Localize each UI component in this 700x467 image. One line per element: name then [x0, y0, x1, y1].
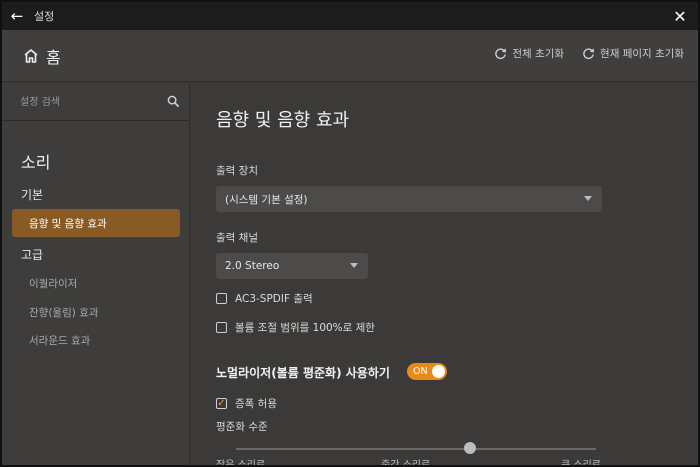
reset-page-label: 현재 페이지 초기화 [600, 48, 684, 60]
sidebar-group-basic: 기본 [21, 188, 44, 202]
level-slider-track[interactable] [236, 448, 596, 450]
check-icon: ✓ [217, 397, 226, 409]
ac3-spdif-label: AC3-SPDIF 출력 [235, 293, 313, 305]
amplify-option[interactable]: ✓ 증폭 허용 [216, 396, 277, 411]
refresh-icon [583, 48, 595, 60]
sidebar-group-advanced: 고급 [21, 248, 44, 262]
close-button[interactable]: ✕ [670, 6, 690, 26]
sidebar-item-sound-effects[interactable]: 음향 및 음향 효과 [12, 209, 180, 237]
arrow-left-icon: ← [10, 7, 24, 25]
sidebar-heading: 소리 [21, 153, 51, 172]
window-title: 설정 [34, 10, 55, 23]
search-input[interactable] [20, 93, 160, 111]
settings-window: ← 설정 ✕ 홈 전체 초기화 현재 페이지 초기화 설정 검색 소리 기본 음… [0, 0, 700, 467]
limit-volume-checkbox[interactable] [216, 322, 227, 333]
output-device-label: 출력 장치 [216, 165, 258, 177]
level-tick-mid: 중간 소리로 [381, 460, 431, 467]
limit-volume-label: 볼륨 조절 범위를 100%로 제한 [235, 322, 375, 334]
toggle-knob [432, 365, 445, 378]
page-title: 음향 및 음향 효과 [216, 110, 350, 131]
normalizer-title: 노멀라이저(볼륨 평준화) 사용하기 [216, 366, 390, 380]
refresh-icon [495, 48, 507, 60]
output-device-value: (시스템 기본 설정) [225, 193, 308, 206]
sidebar: 소리 기본 음향 및 음향 효과 고급 이퀄라이저 잔향(울림) 효과 서라운드… [2, 83, 190, 465]
output-channel-label: 출력 채널 [216, 232, 258, 244]
sidebar-item-reverb[interactable]: 잔향(울림) 효과 [12, 298, 180, 326]
reset-page-button[interactable]: 현재 페이지 초기화 [582, 46, 684, 61]
level-slider-thumb[interactable] [464, 442, 476, 454]
reset-all-button[interactable]: 전체 초기화 [494, 46, 564, 61]
home-icon [24, 49, 38, 63]
search-icon[interactable] [167, 95, 180, 108]
output-device-select[interactable]: (시스템 기본 설정) [216, 186, 602, 212]
reset-all-label: 전체 초기화 [512, 48, 565, 60]
toggle-label: ON [413, 366, 428, 377]
amplify-checkbox[interactable]: ✓ [216, 398, 227, 409]
sidebar-item-surround[interactable]: 서라운드 효과 [12, 326, 180, 354]
close-icon: ✕ [673, 6, 687, 26]
limit-volume-option[interactable]: 볼륨 조절 범위를 100%로 제한 [216, 320, 375, 335]
chevron-down-icon [350, 263, 358, 268]
home-link[interactable]: 홈 [22, 44, 61, 68]
output-channel-select[interactable]: 2.0 Stereo [216, 253, 368, 279]
sidebar-item-equalizer[interactable]: 이퀄라이저 [12, 269, 180, 297]
header: 홈 전체 초기화 현재 페이지 초기화 [2, 30, 698, 82]
level-tick-high: 큰 소리로 [561, 460, 601, 467]
back-button[interactable]: ← [2, 2, 32, 30]
home-label: 홈 [46, 48, 61, 67]
level-label: 평준화 수준 [216, 421, 268, 433]
title-bar: ← 설정 ✕ [2, 2, 698, 30]
ac3-spdif-checkbox[interactable] [216, 293, 227, 304]
chevron-down-icon [584, 196, 592, 201]
level-tick-low: 작은 소리로 [216, 460, 266, 467]
header-actions: 전체 초기화 현재 페이지 초기화 [494, 46, 684, 61]
output-channel-value: 2.0 Stereo [225, 260, 280, 272]
ac3-spdif-option[interactable]: AC3-SPDIF 출력 [216, 291, 313, 306]
amplify-label: 증폭 허용 [235, 398, 277, 410]
search-box [2, 83, 189, 121]
main-panel: 음향 및 음향 효과 출력 장치 (시스템 기본 설정) 출력 채널 2.0 S… [191, 83, 698, 467]
normalizer-toggle[interactable]: ON [407, 363, 447, 380]
